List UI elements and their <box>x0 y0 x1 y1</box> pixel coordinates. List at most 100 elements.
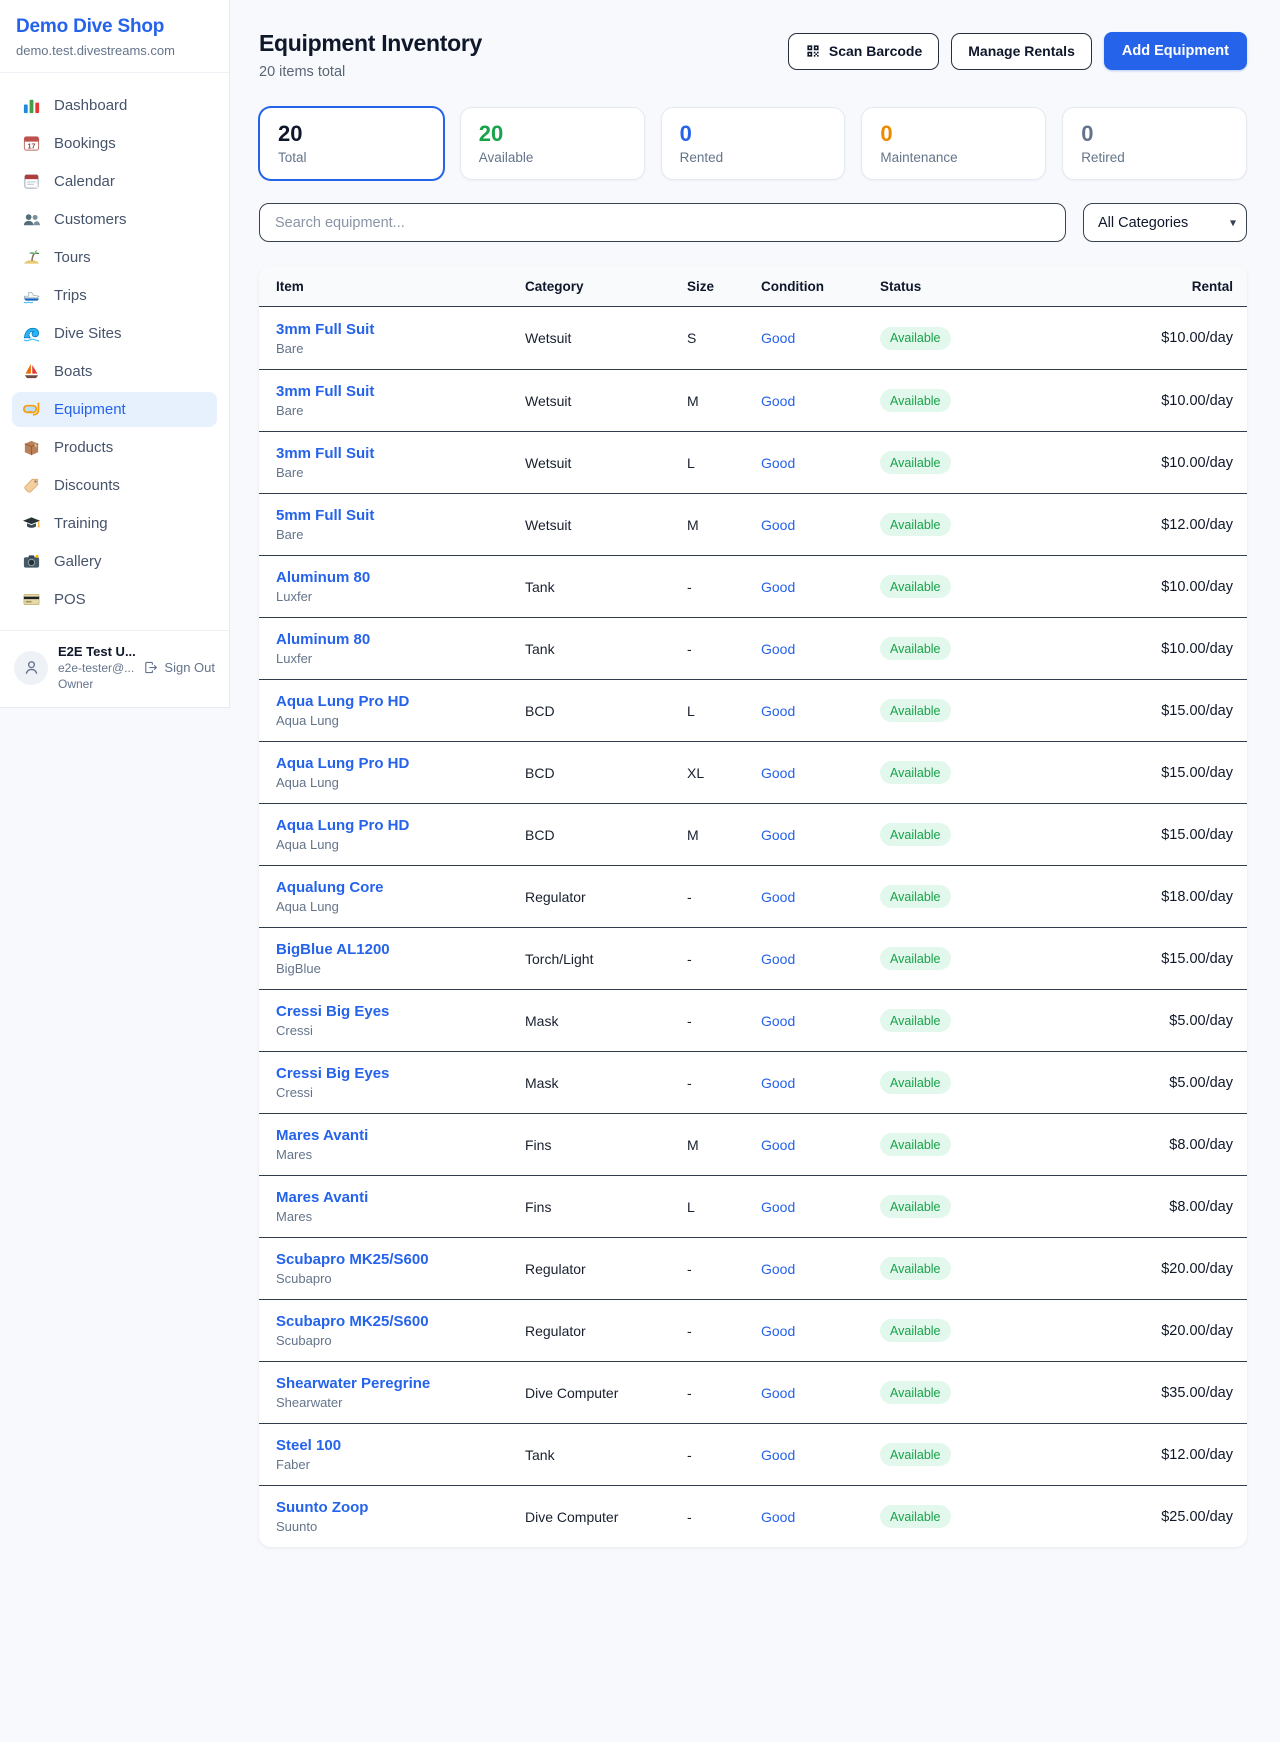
condition-link[interactable]: Good <box>761 455 880 471</box>
item-name-link[interactable]: 5mm Full Suit <box>276 507 525 524</box>
table-row: Mares Avanti Mares Fins M Good Available… <box>259 1113 1247 1175</box>
item-name-link[interactable]: Cressi Big Eyes <box>276 1065 525 1082</box>
column-header-size: Size <box>687 279 761 294</box>
condition-link[interactable]: Good <box>761 1323 880 1339</box>
condition-link[interactable]: Good <box>761 330 880 346</box>
sidebar-item[interactable]: Boats <box>12 354 217 389</box>
condition-link[interactable]: Good <box>761 1509 880 1525</box>
stat-card[interactable]: 20 Total <box>259 107 444 180</box>
sidebar-item[interactable]: 17 Bookings <box>12 126 217 161</box>
rental-price: $15.00/day <box>1092 827 1233 843</box>
item-name-link[interactable]: BigBlue AL1200 <box>276 941 525 958</box>
condition-link[interactable]: Good <box>761 827 880 843</box>
item-name-link[interactable]: Aluminum 80 <box>276 569 525 586</box>
status-badge: Available <box>880 699 951 722</box>
stat-card[interactable]: 0 Maintenance <box>861 107 1046 180</box>
condition-link[interactable]: Good <box>761 1261 880 1277</box>
rental-price: $10.00/day <box>1092 455 1233 471</box>
sidebar-item[interactable]: Products <box>12 430 217 465</box>
condition-link[interactable]: Good <box>761 393 880 409</box>
item-name-link[interactable]: Scubapro MK25/S600 <box>276 1251 525 1268</box>
sidebar-item[interactable]: Discounts <box>12 468 217 503</box>
item-name-link[interactable]: Aqua Lung Pro HD <box>276 817 525 834</box>
item-name-link[interactable]: Mares Avanti <box>276 1127 525 1144</box>
condition-link[interactable]: Good <box>761 1013 880 1029</box>
item-brand: Shearwater <box>276 1395 525 1410</box>
sidebar-item-icon <box>22 324 41 343</box>
size-cell: - <box>687 1013 761 1029</box>
sign-out-button[interactable]: Sign Out <box>143 660 215 675</box>
status-badge: Available <box>880 1195 951 1218</box>
stat-card[interactable]: 0 Retired <box>1062 107 1247 180</box>
sidebar-item[interactable]: POS <box>12 582 217 617</box>
condition-link[interactable]: Good <box>761 517 880 533</box>
size-cell: L <box>687 455 761 471</box>
sidebar-item[interactable]: Customers <box>12 202 217 237</box>
condition-link[interactable]: Good <box>761 951 880 967</box>
status-cell: Available <box>880 389 1092 412</box>
condition-link[interactable]: Good <box>761 1075 880 1091</box>
category-select[interactable]: All Categories <box>1083 203 1247 242</box>
category-select-wrap: All Categories <box>1083 203 1247 242</box>
item-name-link[interactable]: Steel 100 <box>276 1437 525 1454</box>
table-row: BigBlue AL1200 BigBlue Torch/Light - Goo… <box>259 927 1247 989</box>
scan-barcode-button[interactable]: Scan Barcode <box>788 33 939 70</box>
rental-price: $5.00/day <box>1092 1013 1233 1029</box>
condition-link[interactable]: Good <box>761 703 880 719</box>
item-name-link[interactable]: Aqua Lung Pro HD <box>276 755 525 772</box>
item-name-link[interactable]: 3mm Full Suit <box>276 321 525 338</box>
condition-link[interactable]: Good <box>761 1137 880 1153</box>
stat-card[interactable]: 0 Rented <box>661 107 846 180</box>
sidebar-item[interactable]: Dive Sites <box>12 316 217 351</box>
item-name-link[interactable]: Aqua Lung Pro HD <box>276 693 525 710</box>
item-name-link[interactable]: 3mm Full Suit <box>276 445 525 462</box>
item-name-link[interactable]: 3mm Full Suit <box>276 383 525 400</box>
user-email: e2e-tester@... <box>58 661 133 675</box>
item-brand: Aqua Lung <box>276 775 525 790</box>
sidebar-item-icon <box>22 400 41 419</box>
item-name-link[interactable]: Aqualung Core <box>276 879 525 896</box>
status-cell: Available <box>880 699 1092 722</box>
item-name-link[interactable]: Scubapro MK25/S600 <box>276 1313 525 1330</box>
sidebar-item[interactable]: Calendar <box>12 164 217 199</box>
page-title-block: Equipment Inventory 20 items total <box>259 30 482 80</box>
status-badge: Available <box>880 1443 951 1466</box>
condition-link[interactable]: Good <box>761 889 880 905</box>
condition-link[interactable]: Good <box>761 641 880 657</box>
size-cell: XL <box>687 765 761 781</box>
item-name-link[interactable]: Suunto Zoop <box>276 1499 525 1516</box>
search-input[interactable] <box>259 203 1066 242</box>
item-brand: Luxfer <box>276 589 525 604</box>
add-equipment-button[interactable]: Add Equipment <box>1104 32 1247 70</box>
item-cell: Aqua Lung Pro HD Aqua Lung <box>276 693 525 728</box>
condition-link[interactable]: Good <box>761 1447 880 1463</box>
sidebar-item[interactable]: Training <box>12 506 217 541</box>
item-name-link[interactable]: Cressi Big Eyes <box>276 1003 525 1020</box>
item-name-link[interactable]: Aluminum 80 <box>276 631 525 648</box>
user-name: E2E Test U... <box>58 644 133 659</box>
status-badge: Available <box>880 1381 951 1404</box>
sidebar-item[interactable]: Gallery <box>12 544 217 579</box>
stat-cards: 20 Total 20 Available 0 Rented 0 Mainten… <box>259 107 1247 180</box>
manage-rentals-button[interactable]: Manage Rentals <box>951 33 1092 70</box>
stat-card[interactable]: 20 Available <box>460 107 645 180</box>
condition-link[interactable]: Good <box>761 1385 880 1401</box>
sidebar-item-icon <box>22 476 41 495</box>
sidebar-item[interactable]: Dashboard <box>12 88 217 123</box>
sidebar-item[interactable]: Equipment <box>12 392 217 427</box>
condition-link[interactable]: Good <box>761 765 880 781</box>
status-badge: Available <box>880 1319 951 1342</box>
size-cell: - <box>687 1447 761 1463</box>
item-name-link[interactable]: Mares Avanti <box>276 1189 525 1206</box>
table-row: Aqua Lung Pro HD Aqua Lung BCD L Good Av… <box>259 679 1247 741</box>
condition-link[interactable]: Good <box>761 1199 880 1215</box>
table-row: 3mm Full Suit Bare Wetsuit L Good Availa… <box>259 431 1247 493</box>
item-cell: 5mm Full Suit Bare <box>276 507 525 542</box>
sidebar-item-label: Customers <box>54 211 127 228</box>
scan-barcode-label: Scan Barcode <box>829 43 922 59</box>
condition-link[interactable]: Good <box>761 579 880 595</box>
sidebar-item[interactable]: Tours <box>12 240 217 275</box>
category-cell: Tank <box>525 641 687 657</box>
sidebar-item[interactable]: Trips <box>12 278 217 313</box>
item-name-link[interactable]: Shearwater Peregrine <box>276 1375 525 1392</box>
